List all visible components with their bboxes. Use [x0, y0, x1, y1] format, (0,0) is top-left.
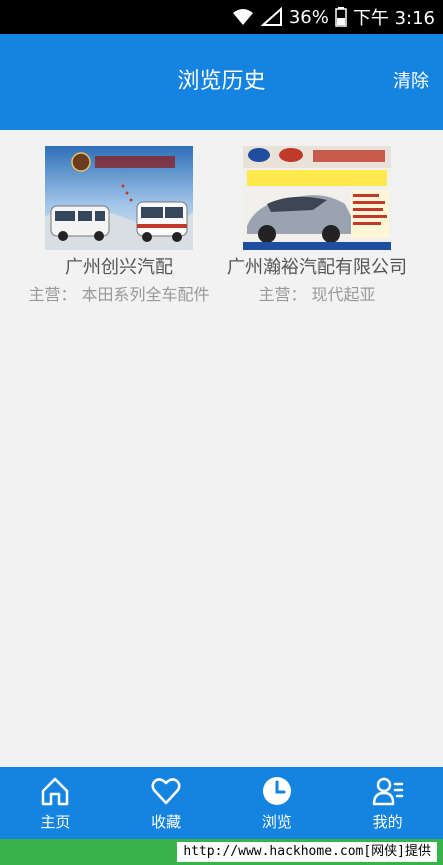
signal-icon: [260, 7, 283, 27]
tab-favorites[interactable]: 收藏: [111, 767, 222, 839]
tab-mine[interactable]: 我的: [332, 767, 443, 839]
tab-favorites-label: 收藏: [151, 812, 182, 831]
shop-name: 广州瀚裕汽配有限公司: [227, 257, 407, 278]
shop-thumbnail: [243, 146, 391, 250]
wifi-icon: [231, 7, 255, 27]
header: 浏览历史 清除: [0, 34, 443, 130]
history-item[interactable]: 广州创兴汽配 主营： 本田系列全车配件: [24, 146, 214, 306]
tab-browse-label: 浏览: [261, 812, 292, 831]
battery-icon: [335, 7, 347, 27]
tab-mine-label: 我的: [372, 812, 403, 831]
heart-icon: [151, 777, 181, 804]
shop-thumbnail: [45, 146, 193, 250]
shop-business: 主营： 现代起亚: [258, 285, 376, 304]
tab-home[interactable]: 主页: [0, 767, 111, 839]
battery-percent: 36%: [288, 6, 329, 28]
status-time: 下午 3:16: [352, 8, 435, 29]
profile-icon: [372, 777, 403, 805]
home-icon: [42, 777, 69, 805]
page-title: 浏览历史: [177, 69, 266, 94]
tab-browse[interactable]: 浏览: [222, 767, 333, 839]
status-icons: 36% 下午 3:16: [231, 0, 435, 34]
clear-button[interactable]: 清除: [393, 34, 429, 130]
shop-business: 主营： 本田系列全车配件: [28, 285, 210, 304]
shop-name: 广州创兴汽配: [65, 257, 173, 278]
tab-home-label: 主页: [40, 812, 71, 831]
clock-icon: [262, 776, 291, 805]
watermark: http://www.hackhome.com[网侠]提供: [177, 842, 437, 862]
status-bar: 36% 下午 3:16: [0, 0, 443, 34]
history-item[interactable]: 广州瀚裕汽配有限公司 主营： 现代起亚: [222, 146, 412, 306]
footer-bar: http://www.hackhome.com[网侠]提供: [0, 839, 443, 865]
history-list: 广州创兴汽配 主营： 本田系列全车配件 广州瀚裕汽配有限公司 主营： 现代起亚: [0, 130, 443, 767]
bottom-tab-bar: 主页 收藏 浏览 我的: [0, 767, 443, 839]
